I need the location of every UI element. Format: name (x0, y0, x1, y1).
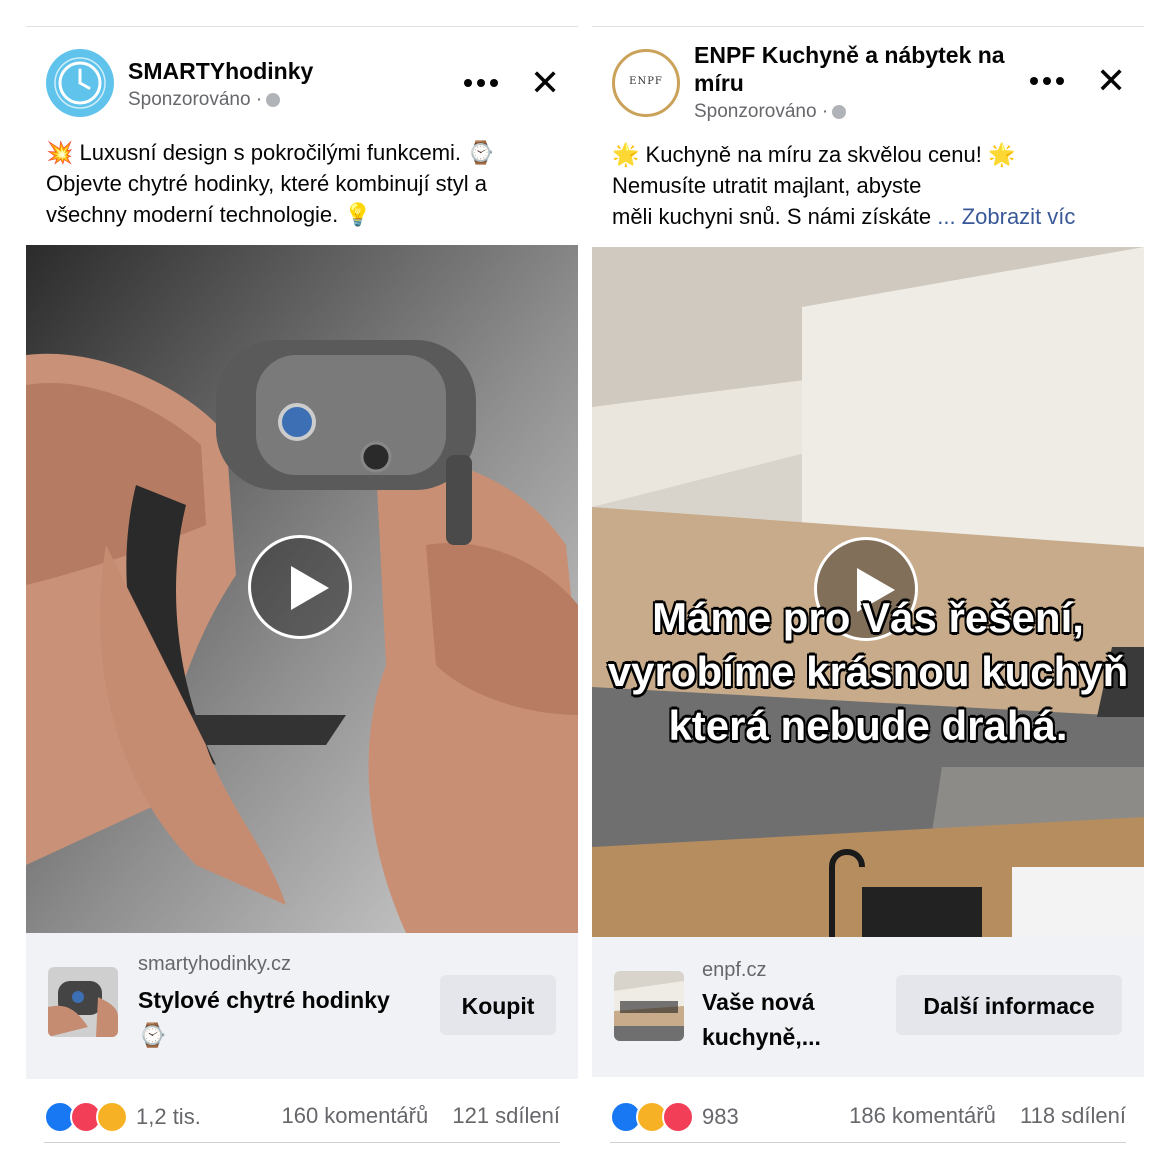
sponsored-text: Sponzorováno · (694, 101, 829, 122)
post-text-line2: Nemusíte utratit majlant, abyste (612, 173, 922, 198)
page-name[interactable]: ENPF Kuchyně a nábytek na míru (694, 41, 1014, 97)
post-stats: 160 komentářů 121 sdílení (281, 1103, 560, 1129)
video-caption-line: Máme pro Vás řešení, (652, 594, 1084, 641)
see-more-link[interactable]: ... Zobrazit víc (937, 204, 1075, 229)
page-avatar[interactable]: ENPF (612, 49, 680, 117)
more-info-button[interactable]: Další informace (896, 975, 1122, 1035)
collision-emoji: 💥 (46, 140, 74, 165)
shares-count[interactable]: 121 sdílení (452, 1103, 560, 1128)
watch-emoji: ⌚ (467, 140, 495, 165)
video-caption: Máme pro Vás řešení, vyrobíme krásnou ku… (592, 591, 1144, 753)
comments-count[interactable]: 160 komentářů (281, 1103, 428, 1128)
post-footer: 1,2 tis. 160 komentářů 121 sdílení (26, 1079, 578, 1151)
post-text-line2: Objevte chytré hodinky, které kombinují … (46, 171, 488, 196)
buy-button[interactable]: Koupit (440, 975, 556, 1035)
close-icon[interactable]: ✕ (530, 65, 560, 101)
more-options-icon[interactable] (1030, 77, 1069, 85)
page-name[interactable]: SMARTYhodinky (128, 57, 313, 85)
shares-count[interactable]: 118 sdílení (1020, 1103, 1126, 1128)
comments-count[interactable]: 186 komentářů (849, 1103, 996, 1128)
post-header: ENPF ENPF Kuchyně a nábytek na míru Spon… (592, 27, 1144, 139)
reaction-count: 983 (702, 1104, 739, 1129)
post-text-line3: měli kuchyni snů. S námi získáte (612, 204, 932, 229)
video-player[interactable]: Máme pro Vás řešení, vyrobíme krásnou ku… (592, 247, 1144, 937)
link-title: Stylové chytré hodinky ⌚ (138, 983, 428, 1053)
link-preview[interactable]: enpf.cz Vaše nová kuchyně,... Další info… (592, 937, 1144, 1077)
clock-icon (54, 57, 106, 109)
sponsored-label: Sponzorováno · (694, 101, 847, 123)
love-reaction-icon (662, 1101, 694, 1133)
link-thumbnail (48, 967, 118, 1037)
sponsored-text: Sponzorováno · (128, 89, 263, 110)
avatar-logo-text: ENPF (629, 76, 663, 87)
post-stats: 186 komentářů 118 sdílení (849, 1103, 1126, 1129)
more-options-icon[interactable] (464, 79, 503, 87)
post-footer: 983 186 komentářů 118 sdílení (592, 1079, 1144, 1151)
post-text: 🌟 Kuchyně na míru za skvělou cenu! 🌟 Nem… (612, 139, 1126, 232)
star-emoji: 🌟 (987, 142, 1016, 167)
video-player[interactable] (26, 245, 578, 933)
watch-emoji: ⌚ (138, 1022, 167, 1048)
reactions-summary[interactable]: 983 (610, 1101, 739, 1133)
link-preview[interactable]: smartyhodinky.cz Stylové chytré hodinky … (26, 933, 578, 1079)
sponsored-label: Sponzorováno · (128, 89, 281, 111)
post-text-line1: Luxusní design s pokročilými funkcemi. (79, 140, 462, 165)
post-text: 💥 Luxusní design s pokročilými funkcemi.… (46, 137, 560, 230)
link-thumbnail (614, 971, 684, 1041)
post-text-line1: Kuchyně na míru za skvělou cenu! (645, 142, 982, 167)
post-text-line3: všechny moderní technologie. (46, 202, 339, 227)
video-caption-line: která nebude drahá. (668, 702, 1068, 749)
globe-icon (266, 92, 281, 107)
link-domain: smartyhodinky.cz (138, 953, 292, 975)
globe-icon (832, 104, 847, 119)
page-avatar[interactable] (46, 49, 114, 117)
ad-post-enpf: ENPF ENPF Kuchyně a nábytek na míru Spon… (592, 26, 1144, 1151)
ad-post-smartyhodinky: SMARTYhodinky Sponzorováno · ✕ 💥 Luxusní… (26, 26, 578, 1151)
link-domain: enpf.cz (702, 959, 767, 981)
divider (44, 1142, 560, 1143)
play-button[interactable] (248, 535, 352, 639)
close-icon[interactable]: ✕ (1096, 63, 1126, 99)
link-title-text: Stylové chytré hodinky (138, 987, 390, 1013)
link-title: Vaše nová kuchyně,... (702, 989, 821, 1050)
star-emoji: 🌟 (612, 142, 640, 167)
bulb-emoji: 💡 (344, 202, 372, 227)
post-header: SMARTYhodinky Sponzorováno · ✕ (26, 27, 578, 139)
reactions-summary[interactable]: 1,2 tis. (44, 1101, 201, 1133)
divider (610, 1142, 1126, 1143)
video-caption-line: vyrobíme krásnou kuchyň (607, 648, 1129, 695)
haha-reaction-icon (96, 1101, 128, 1133)
reaction-count: 1,2 tis. (136, 1104, 201, 1129)
